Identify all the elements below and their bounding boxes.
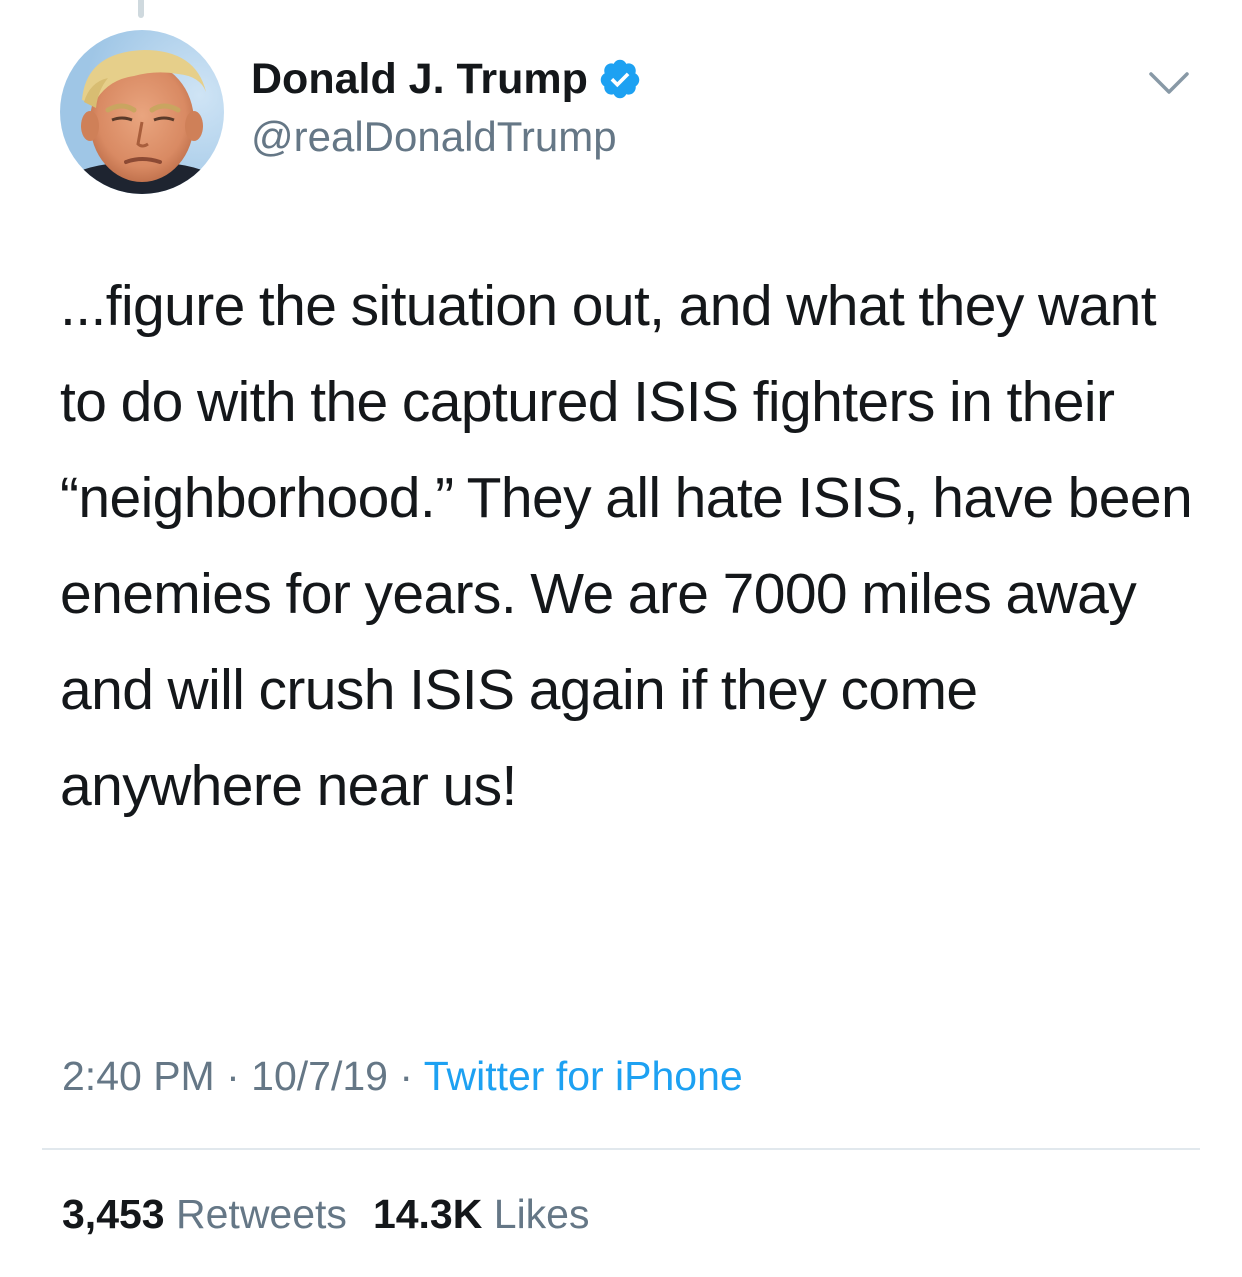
likes-count: 14.3K [372,1191,483,1237]
author-handle[interactable]: @realDonaldTrump [251,113,617,161]
meta-separator: · [399,1053,414,1099]
thread-connector-line [138,0,144,18]
avatar-photo [60,30,224,194]
likes-label: Likes [493,1191,590,1237]
tweet-source-link[interactable]: Twitter for iPhone [424,1053,743,1099]
stats-divider [42,1148,1200,1150]
likes-stat[interactable]: 14.3K Likes [373,1191,590,1237]
tweet-stats: 3,453 Retweets 14.3K Likes [62,1188,589,1240]
tweet-date: 10/7/19 [251,1053,388,1099]
author-display-name[interactable]: Donald J. Trump [251,54,588,104]
retweets-label: Retweets [176,1191,347,1237]
tweet-text: ...figure the situation out, and what th… [60,274,1193,818]
verified-badge-icon [600,59,640,99]
chevron-down-icon[interactable] [1147,70,1191,98]
author-name-row[interactable]: Donald J. Trump [251,54,642,104]
tweet-time: 2:40 PM [62,1053,215,1099]
retweets-stat[interactable]: 3,453 Retweets [62,1191,347,1237]
retweets-count: 3,453 [62,1191,165,1237]
tweet-metadata: 2:40 PM · 10/7/19 · Twitter for iPhone [62,1050,743,1102]
author-avatar[interactable] [60,30,224,194]
meta-separator: · [226,1053,240,1099]
